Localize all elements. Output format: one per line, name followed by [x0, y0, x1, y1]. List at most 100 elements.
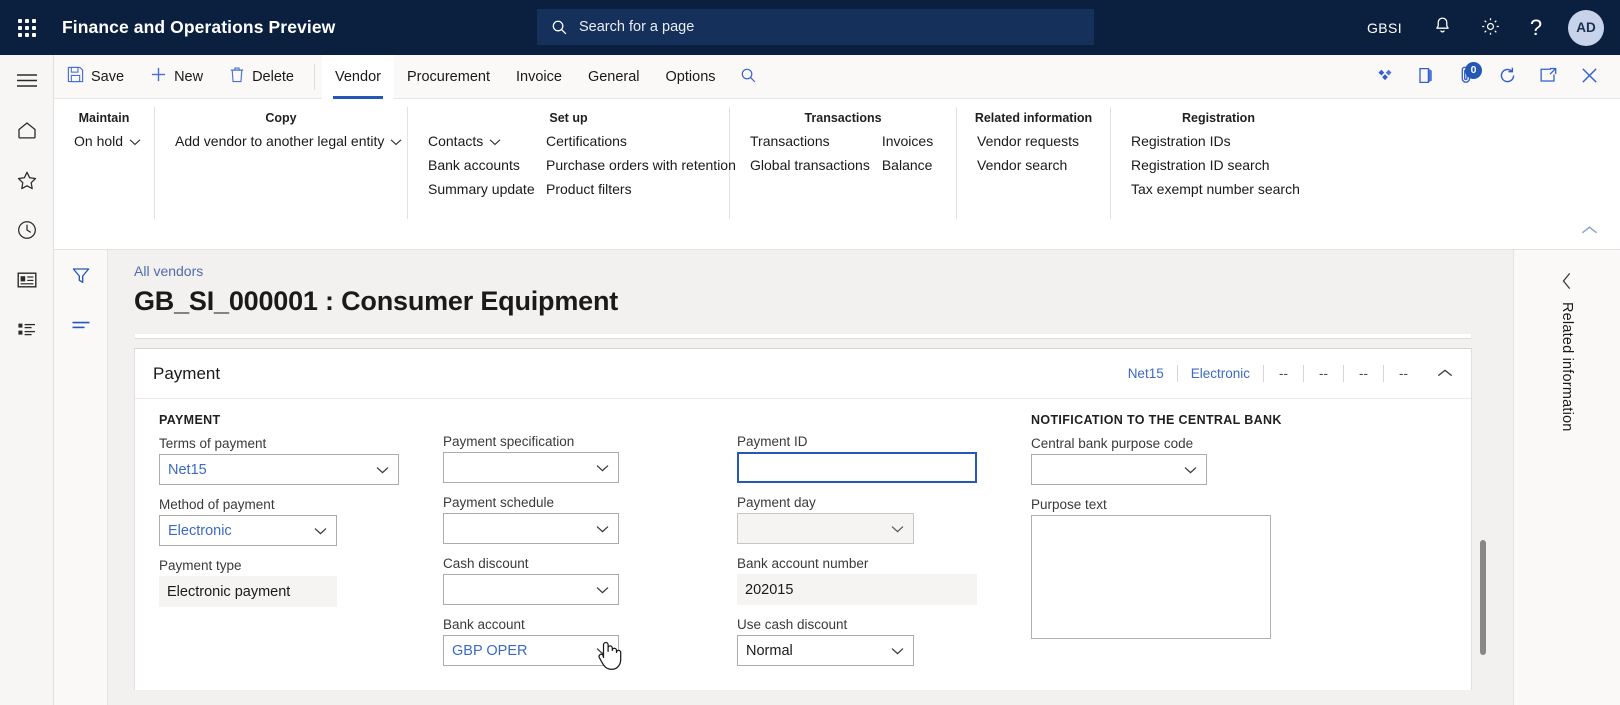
- content-scrollbar-thumb[interactable]: [1480, 540, 1486, 655]
- close-button[interactable]: [1569, 55, 1610, 99]
- office-addin-button[interactable]: [1364, 55, 1405, 99]
- ribbon-link-balance[interactable]: Balance: [876, 153, 942, 177]
- method-of-payment-value: Electronic: [168, 522, 232, 539]
- gear-icon: [1480, 16, 1501, 40]
- chevron-down-icon[interactable]: [590, 453, 614, 482]
- ribbon-link-on-hold[interactable]: On hold: [68, 129, 147, 153]
- settings-button[interactable]: [1466, 0, 1514, 55]
- use-cash-discount-combobox[interactable]: Normal: [737, 635, 914, 666]
- summary-method-of-payment[interactable]: Electronic: [1178, 366, 1263, 381]
- chevron-down-icon[interactable]: [590, 575, 614, 604]
- summary-icon[interactable]: [54, 302, 108, 348]
- global-search-input[interactable]: Search for a page: [537, 9, 1094, 45]
- chevron-down-icon[interactable]: [590, 514, 614, 543]
- app-launcher-button[interactable]: [0, 0, 54, 55]
- terms-of-payment-combobox[interactable]: Net15: [159, 454, 399, 485]
- cash-discount-label: Cash discount: [443, 556, 529, 571]
- notifications-button[interactable]: [1418, 0, 1466, 55]
- ribbon-link-purchase-orders-with-retention[interactable]: Purchase orders with retention: [540, 153, 740, 177]
- field-cash-discount: Cash discount: [443, 556, 725, 605]
- command-search-button[interactable]: [729, 55, 769, 99]
- payment-fields: PAYMENT Terms of payment Net15 Method of…: [135, 399, 1471, 678]
- central-bank-purpose-code-combobox[interactable]: [1031, 454, 1207, 485]
- payment-fasttab-title: Payment: [153, 363, 221, 383]
- tab-options-label: Options: [665, 68, 716, 85]
- star-icon[interactable]: [0, 155, 54, 205]
- tab-procurement[interactable]: Procurement: [394, 55, 503, 99]
- attachments-button[interactable]: 0: [1446, 55, 1487, 99]
- collapse-action-pane-button[interactable]: [1574, 219, 1604, 241]
- ribbon-link-certifications[interactable]: Certifications: [540, 129, 740, 153]
- chevron-down-icon: [390, 129, 402, 153]
- tab-invoice-label: Invoice: [515, 68, 562, 85]
- refresh-icon: [1498, 66, 1517, 88]
- open-in-office-button[interactable]: [1405, 55, 1446, 99]
- ribbon-link-bank-accounts[interactable]: Bank accounts: [422, 153, 540, 177]
- help-button[interactable]: ?: [1514, 0, 1558, 55]
- bank-account-number-value: 202015: [745, 581, 794, 598]
- ribbon-link-global-transactions[interactable]: Global transactions: [744, 153, 876, 177]
- cash-discount-combobox[interactable]: [443, 574, 619, 605]
- ribbon-link-contacts[interactable]: Contacts: [422, 129, 540, 153]
- save-button[interactable]: Save: [54, 55, 137, 99]
- use-cash-discount-label: Use cash discount: [737, 617, 848, 632]
- bank-account-combobox[interactable]: GBP OPER: [443, 635, 619, 666]
- ribbon-link-product-filters[interactable]: Product filters: [540, 177, 740, 201]
- refresh-button[interactable]: [1487, 55, 1528, 99]
- ribbon-link-vendor-requests[interactable]: Vendor requests: [971, 129, 1085, 153]
- ribbon-link-vendor-search[interactable]: Vendor search: [971, 153, 1085, 177]
- company-selector[interactable]: GBSI: [1351, 0, 1418, 55]
- chevron-down-icon[interactable]: [885, 636, 909, 665]
- ribbon-link-add-vendor-to-another-legal-entity[interactable]: Add vendor to another legal entity: [169, 129, 408, 153]
- ribbon-link-registration-ids[interactable]: Registration IDs: [1125, 129, 1306, 153]
- summary-terms-of-payment[interactable]: Net15: [1115, 366, 1177, 381]
- payment-type-label: Payment type: [159, 558, 242, 573]
- tab-invoice[interactable]: Invoice: [503, 55, 575, 99]
- chevron-down-icon[interactable]: [885, 514, 909, 543]
- payment-day-combobox[interactable]: [737, 513, 914, 544]
- workspaces-icon[interactable]: [0, 255, 54, 305]
- chevron-down-icon[interactable]: [308, 516, 332, 545]
- avatar[interactable]: AD: [1568, 9, 1604, 46]
- payment-schedule-combobox[interactable]: [443, 513, 619, 544]
- ribbon-group-registration: Registration Registration IDs Registrati…: [1111, 107, 1326, 219]
- ribbon-link-vendor-requests-label: Vendor requests: [977, 133, 1079, 149]
- purpose-text-label: Purpose text: [1031, 497, 1107, 512]
- ribbon-link-certifications-label: Certifications: [546, 133, 627, 149]
- breadcrumb[interactable]: All vendors: [134, 263, 203, 279]
- hamburger-menu-button[interactable]: [0, 55, 54, 105]
- payment-fasttab-header[interactable]: Payment Net15 Electronic -- -- -- --: [135, 349, 1471, 399]
- ribbon-group-related-information-header: Related information: [974, 111, 1093, 125]
- group-header-central-bank: NOTIFICATION TO THE CENTRAL BANK: [1031, 413, 1282, 427]
- new-button[interactable]: New: [137, 55, 216, 99]
- ribbon-link-tax-exempt-number-search[interactable]: Tax exempt number search: [1125, 177, 1306, 201]
- ribbon-link-summary-update[interactable]: Summary update: [422, 177, 540, 201]
- plus-icon: [150, 66, 167, 87]
- global-search-placeholder: Search for a page: [579, 19, 695, 35]
- ribbon-link-registration-id-search[interactable]: Registration ID search: [1125, 153, 1306, 177]
- payment-specification-combobox[interactable]: [443, 452, 619, 483]
- delete-button[interactable]: Delete: [216, 55, 307, 99]
- chevron-down-icon[interactable]: [590, 636, 614, 665]
- filter-icon[interactable]: [54, 250, 108, 302]
- tab-general[interactable]: General: [575, 55, 653, 99]
- chevron-down-icon[interactable]: [370, 455, 394, 484]
- column-3-spacer: [725, 413, 1019, 434]
- ribbon-link-transactions[interactable]: Transactions: [744, 129, 876, 153]
- clock-icon[interactable]: [0, 205, 54, 255]
- collapse-payment-fasttab-button[interactable]: [1427, 357, 1463, 391]
- chevron-down-icon[interactable]: [1178, 455, 1202, 484]
- payment-id-input[interactable]: [737, 452, 977, 483]
- home-icon[interactable]: [0, 105, 54, 155]
- tab-options[interactable]: Options: [653, 55, 729, 99]
- top-bar-actions: GBSI ? AD: [1351, 0, 1620, 55]
- expand-related-information-button[interactable]: [1562, 272, 1573, 293]
- modules-icon[interactable]: [0, 305, 54, 355]
- ribbon-link-invoices[interactable]: Invoices: [876, 129, 942, 153]
- tab-vendor[interactable]: Vendor: [322, 54, 394, 99]
- purpose-text-textarea[interactable]: [1031, 515, 1271, 639]
- field-use-cash-discount: Use cash discount Normal: [737, 617, 1019, 666]
- save-icon: [67, 66, 84, 87]
- popout-button[interactable]: [1528, 55, 1569, 99]
- method-of-payment-combobox[interactable]: Electronic: [159, 515, 337, 546]
